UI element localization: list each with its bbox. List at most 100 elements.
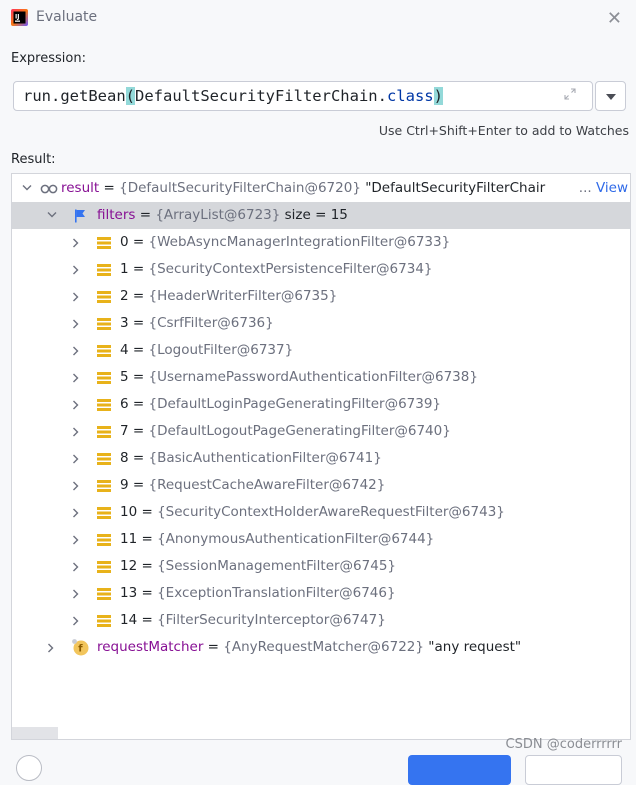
tree-row-item[interactable]: 11 = {AnonymousAuthenticationFilter@6744…	[12, 526, 630, 553]
tree-row-item[interactable]: 5 = {UsernamePasswordAuthenticationFilte…	[12, 364, 630, 391]
window-title: Evaluate	[36, 9, 98, 25]
chevron-right-icon[interactable]	[70, 445, 84, 472]
tree-row-item[interactable]: 10 = {SecurityContextHolderAwareRequestF…	[12, 499, 630, 526]
tree-row-item[interactable]: 6 = {DefaultLoginPageGeneratingFilter@67…	[12, 391, 630, 418]
list-item-icon	[97, 588, 111, 600]
flag-icon	[75, 209, 85, 223]
chevron-down-icon	[606, 94, 616, 100]
matcher-eq: =	[203, 639, 224, 655]
expression-middle: DefaultSecurityFilterChain.	[135, 87, 387, 105]
result-label: Result:	[11, 152, 56, 167]
result-tree[interactable]: result = {DefaultSecurityFilterChain@672…	[11, 173, 631, 740]
item-ref: {BasicAuthenticationFilter@6741}	[148, 450, 382, 466]
matcher-name: requestMatcher	[97, 639, 204, 655]
item-ref: {UsernamePasswordAuthenticationFilter@67…	[148, 369, 478, 385]
item-ref: {FilterSecurityInterceptor@6747}	[157, 612, 386, 628]
tree-row-item[interactable]: 3 = {CsrfFilter@6736}	[12, 310, 630, 337]
list-item-icon	[97, 237, 111, 249]
evaluate-button[interactable]	[408, 755, 511, 785]
item-ref: {RequestCacheAwareFilter@6742}	[148, 477, 386, 493]
expression-input[interactable]: run.getBean(DefaultSecurityFilterChain.c…	[13, 81, 593, 111]
tree-row-item[interactable]: 13 = {ExceptionTranslationFilter@6746}	[12, 580, 630, 607]
list-item-icon	[97, 399, 111, 411]
item-index: 2	[120, 288, 129, 304]
chevron-right-icon[interactable]	[70, 418, 84, 445]
chevron-right-icon[interactable]	[70, 364, 84, 391]
history-dropdown-button[interactable]	[595, 81, 626, 111]
close-button[interactable]	[525, 755, 622, 785]
item-index: 5	[120, 369, 129, 385]
root-name: result	[61, 180, 100, 196]
chevron-right-icon[interactable]	[70, 580, 84, 607]
expression-prefix: run.getBean	[23, 87, 126, 105]
item-index: 1	[120, 261, 129, 277]
list-item-icon	[97, 615, 111, 627]
tree-row-item[interactable]: 14 = {FilterSecurityInterceptor@6747}	[12, 607, 630, 634]
list-item-icon	[97, 291, 111, 303]
list-item-icon	[97, 534, 111, 546]
chevron-right-icon[interactable]	[70, 499, 84, 526]
tree-row-item[interactable]: 0 = {WebAsyncManagerIntegrationFilter@67…	[12, 229, 630, 256]
tree-row-item[interactable]: 1 = {SecurityContextPersistenceFilter@67…	[12, 256, 630, 283]
tree-row-request-matcher[interactable]: f requestMatcher = {AnyRequestMatcher@67…	[12, 634, 630, 661]
expression-label: Expression:	[11, 51, 86, 66]
tree-row-item[interactable]: 8 = {BasicAuthenticationFilter@6741}	[12, 445, 630, 472]
item-index: 12	[120, 558, 138, 574]
chevron-right-icon[interactable]	[70, 526, 84, 553]
list-item-icon	[97, 480, 111, 492]
chevron-down-icon[interactable]	[45, 202, 59, 229]
item-index: 0	[120, 234, 129, 250]
matcher-ref: {AnyRequestMatcher@6722}	[223, 639, 424, 655]
filters-eq: =	[135, 207, 156, 223]
item-index: 3	[120, 315, 129, 331]
filters-ref: {ArrayList@6723}	[155, 207, 281, 223]
list-item-icon	[97, 318, 111, 330]
chevron-right-icon[interactable]	[70, 607, 84, 634]
tree-row-item[interactable]: 4 = {LogoutFilter@6737}	[12, 337, 630, 364]
item-ref: {SecurityContextPersistenceFilter@6734}	[148, 261, 433, 277]
horizontal-scrollbar[interactable]	[12, 727, 58, 739]
chevron-right-icon[interactable]	[70, 256, 84, 283]
chevron-right-icon[interactable]	[70, 229, 84, 256]
root-ellipsis: ...	[578, 180, 592, 196]
tree-row-result[interactable]: result = {DefaultSecurityFilterChain@672…	[12, 175, 630, 202]
item-index: 11	[120, 531, 138, 547]
chevron-right-icon[interactable]	[70, 472, 84, 499]
field-icon: f	[72, 639, 89, 656]
item-ref: {SecurityContextHolderAwareRequestFilter…	[157, 504, 505, 520]
watermark: CSDN @coderrrrrr	[505, 737, 622, 752]
list-item-icon	[97, 345, 111, 357]
chevron-right-icon[interactable]	[70, 310, 84, 337]
watches-hint: Use Ctrl+Shift+Enter to add to Watches	[378, 123, 629, 138]
chevron-right-icon[interactable]	[45, 634, 59, 661]
chevron-right-icon[interactable]	[70, 337, 84, 364]
chevron-right-icon[interactable]	[70, 391, 84, 418]
close-icon[interactable]: ✕	[607, 8, 622, 29]
list-item-icon	[97, 453, 111, 465]
list-item-icon	[97, 426, 111, 438]
tree-row-item[interactable]: 7 = {DefaultLogoutPageGeneratingFilter@6…	[12, 418, 630, 445]
list-item-icon	[97, 561, 111, 573]
item-ref: {WebAsyncManagerIntegrationFilter@6733}	[148, 234, 451, 250]
help-button[interactable]	[16, 755, 42, 781]
item-index: 4	[120, 342, 129, 358]
chevron-right-icon[interactable]	[70, 283, 84, 310]
chevron-down-icon[interactable]	[20, 175, 34, 202]
item-ref: {HeaderWriterFilter@6735}	[148, 288, 338, 304]
intellij-logo-icon: IJ	[11, 9, 28, 26]
item-index: 7	[120, 423, 129, 439]
svg-text:IJ: IJ	[15, 14, 19, 21]
item-ref: {ExceptionTranslationFilter@6746}	[157, 585, 396, 601]
view-link[interactable]: ... View	[576, 175, 628, 202]
tree-row-item[interactable]: 12 = {SessionManagementFilter@6745}	[12, 553, 630, 580]
chevron-right-icon[interactable]	[70, 553, 84, 580]
tree-row-item[interactable]: 9 = {RequestCacheAwareFilter@6742}	[12, 472, 630, 499]
item-index: 10	[120, 504, 138, 520]
tree-row-filters[interactable]: filters = {ArrayList@6723} size = 15	[12, 202, 630, 229]
watch-glasses-icon	[40, 184, 58, 194]
item-ref: {AnonymousAuthenticationFilter@6744}	[157, 531, 435, 547]
expression-close-paren: )	[433, 87, 443, 105]
tree-row-item[interactable]: 2 = {HeaderWriterFilter@6735}	[12, 283, 630, 310]
title-bar: IJ Evaluate ✕	[0, 0, 636, 36]
expand-icon[interactable]	[562, 86, 578, 102]
